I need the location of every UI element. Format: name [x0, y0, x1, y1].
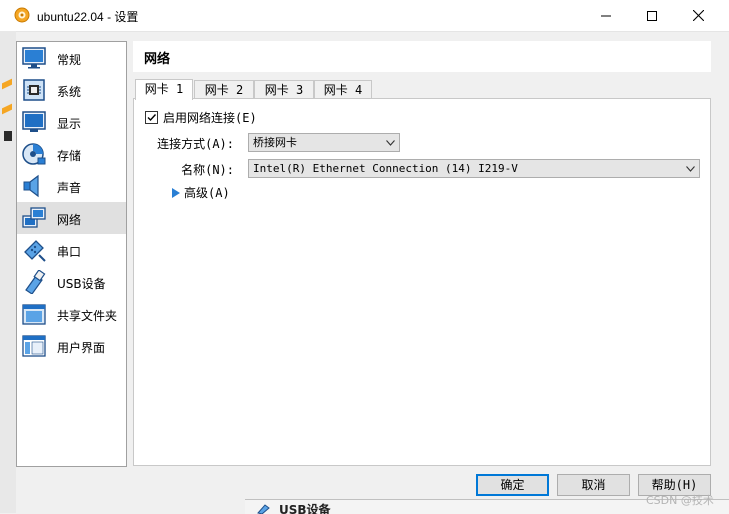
- sidebar-item-audio[interactable]: 声音: [17, 170, 126, 202]
- virtualbox-app-icon: [14, 7, 30, 23]
- system-chip-icon: [23, 79, 45, 101]
- display-monitor-icon: [22, 111, 46, 132]
- checkmark-icon: [147, 114, 157, 122]
- background-window-edge: [0, 31, 16, 513]
- enable-adapter-checkbox[interactable]: [145, 111, 158, 124]
- expand-triangle-icon: [172, 187, 180, 198]
- tab-adapter-1[interactable]: 网卡 1: [135, 79, 193, 100]
- attached-to-value: 桥接网卡: [253, 136, 297, 149]
- sidebar-item-label: 用户界面: [57, 341, 106, 355]
- network-icon: [22, 207, 46, 228]
- advanced-label: 高级(A): [184, 186, 230, 200]
- window-title: ubuntu22.04 - 设置: [37, 10, 139, 24]
- sidebar-item-label: 存储: [57, 149, 82, 163]
- background-decoration: [4, 131, 12, 141]
- sidebar-item-label: 显示: [57, 117, 82, 131]
- sidebar-item-network[interactable]: 网络: [17, 202, 126, 234]
- storage-disk-icon: [22, 143, 46, 165]
- tab-adapter-4[interactable]: 网卡 4: [314, 80, 372, 99]
- enable-adapter-label: 启用网络连接(E): [163, 111, 257, 125]
- background-usb-label: USB设备: [279, 503, 331, 514]
- enable-adapter-row[interactable]: 启用网络连接(E): [145, 109, 257, 126]
- user-interface-icon: [22, 335, 46, 357]
- sidebar-item-storage[interactable]: 存储: [17, 138, 126, 170]
- adapter-name-value: Intel(R) Ethernet Connection (14) I219-V: [253, 162, 518, 175]
- minimize-button[interactable]: [583, 0, 629, 31]
- ok-button[interactable]: 确定: [476, 474, 549, 496]
- sidebar-item-general[interactable]: 常规: [17, 42, 126, 74]
- page-header: 网络: [133, 41, 711, 72]
- page-title: 网络: [144, 52, 171, 67]
- maximize-button[interactable]: [629, 0, 675, 31]
- usb-icon: [257, 504, 270, 514]
- sidebar-item-label: 声音: [57, 181, 82, 195]
- adapter-name-select[interactable]: Intel(R) Ethernet Connection (14) I219-V: [248, 159, 700, 178]
- sidebar-item-shared-folders[interactable]: 共享文件夹: [17, 298, 126, 330]
- sidebar-item-system[interactable]: 系统: [17, 74, 126, 106]
- watermark: CSDN @技术: [646, 494, 714, 507]
- serial-port-icon: [24, 240, 46, 262]
- cancel-button[interactable]: 取消: [557, 474, 630, 496]
- chevron-down-icon: [386, 140, 395, 146]
- attached-to-label: 连接方式(A):: [157, 137, 234, 151]
- sidebar-item-label: 串口: [57, 245, 82, 259]
- sidebar-item-usb[interactable]: USB设备: [17, 266, 126, 298]
- maximize-icon: [647, 10, 657, 21]
- sidebar-item-display[interactable]: 显示: [17, 106, 126, 138]
- background-decoration: [2, 78, 12, 90]
- sidebar-item-user-interface[interactable]: 用户界面: [17, 330, 126, 362]
- speaker-icon: [23, 174, 39, 198]
- general-icon: [22, 47, 46, 69]
- adapter-name-label: 名称(N):: [181, 163, 234, 177]
- sidebar-item-label: USB设备: [57, 277, 106, 291]
- sidebar-item-label: 网络: [57, 213, 82, 227]
- sidebar-item-serial-ports[interactable]: 串口: [17, 234, 126, 266]
- sidebar-item-label: 共享文件夹: [57, 309, 118, 323]
- adapter-settings-panel: 启用网络连接(E) 连接方式(A): 桥接网卡 名称(N): Intel(R) …: [133, 98, 711, 466]
- minimize-icon: [601, 15, 611, 16]
- tab-adapter-3[interactable]: 网卡 3: [254, 80, 314, 99]
- close-button[interactable]: [675, 0, 721, 31]
- background-decoration: [2, 103, 12, 115]
- tab-adapter-2[interactable]: 网卡 2: [194, 80, 254, 99]
- attached-to-select[interactable]: 桥接网卡: [248, 133, 400, 152]
- advanced-expander[interactable]: 高级(A): [172, 184, 230, 201]
- sidebar-item-label: 系统: [57, 85, 82, 99]
- sidebar-item-label: 常规: [57, 53, 82, 67]
- usb-icon: [25, 270, 46, 294]
- close-icon: [692, 10, 704, 21]
- chevron-down-icon: [686, 166, 695, 172]
- shared-folder-icon: [22, 304, 46, 325]
- title-bar: ubuntu22.04 - 设置: [0, 0, 729, 32]
- settings-sidebar: 常规 系统 显示 存储 声音 网络 串口 USB设备 共享文件夹 用户界面: [16, 41, 127, 467]
